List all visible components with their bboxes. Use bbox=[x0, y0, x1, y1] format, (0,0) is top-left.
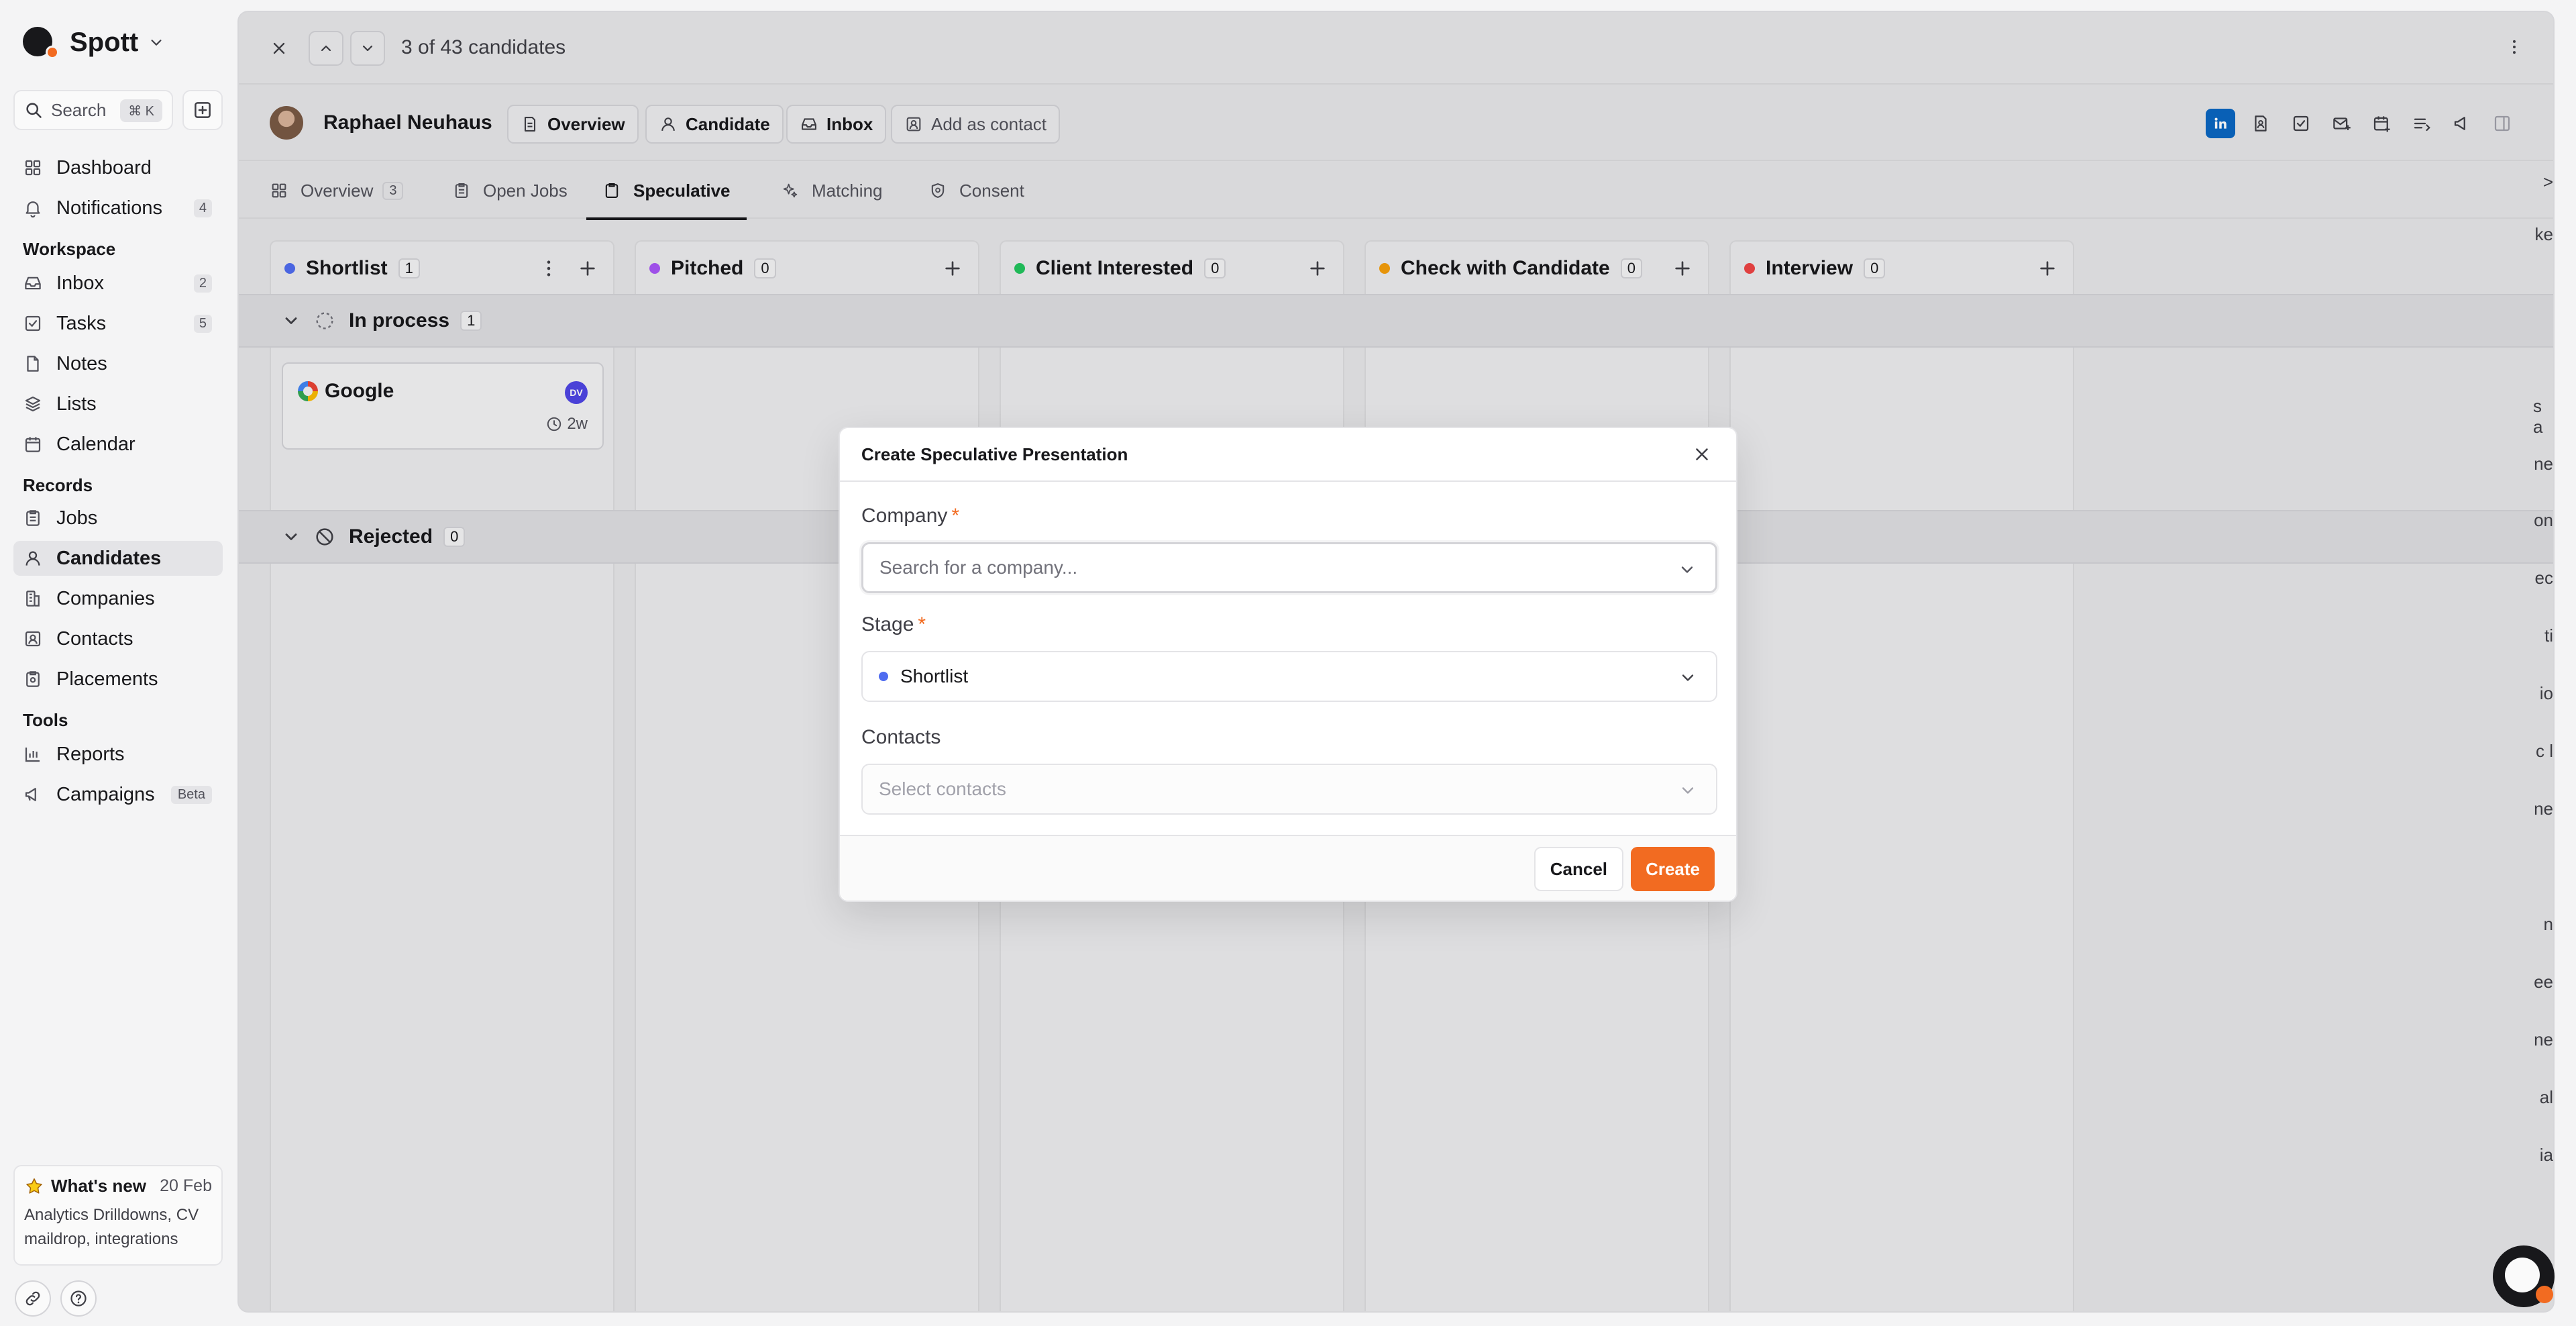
search-button[interactable]: Search ⌘ K bbox=[13, 90, 173, 130]
sidebar-item-notes[interactable]: Notes bbox=[13, 346, 223, 381]
contacts-label: Contacts bbox=[861, 726, 941, 748]
contact-icon bbox=[25, 631, 41, 647]
sidebar-item-label: Dashboard bbox=[56, 156, 152, 178]
search-icon bbox=[26, 103, 42, 118]
create-button[interactable]: Create bbox=[1631, 847, 1715, 891]
user-icon bbox=[25, 551, 40, 566]
stage-dot bbox=[879, 672, 888, 681]
close-icon[interactable] bbox=[1692, 444, 1712, 464]
stage-select[interactable]: Shortlist bbox=[861, 651, 1717, 702]
beta-badge: Beta bbox=[170, 785, 212, 804]
calendar-icon bbox=[25, 437, 41, 452]
section-label-workspace: Workspace bbox=[23, 239, 116, 259]
sidebar: Spott Search ⌘ K Dashboard Notifications… bbox=[0, 0, 236, 1326]
help-button[interactable] bbox=[60, 1280, 97, 1317]
sidebar-item-candidates[interactable]: Candidates bbox=[13, 541, 223, 576]
cancel-button[interactable]: Cancel bbox=[1534, 847, 1623, 891]
sidebar-item-label: Tasks bbox=[56, 312, 107, 334]
dialog-title: Create Speculative Presentation bbox=[861, 444, 1128, 464]
sidebar-item-reports[interactable]: Reports bbox=[13, 737, 223, 772]
contacts-placeholder: Select contacts bbox=[879, 778, 1006, 799]
sidebar-item-label: Contacts bbox=[56, 627, 133, 650]
dashboard-icon bbox=[25, 160, 41, 176]
contacts-select[interactable]: Select contacts bbox=[861, 764, 1717, 815]
required-mark: * bbox=[951, 505, 960, 527]
sidebar-item-label: Candidates bbox=[56, 547, 162, 569]
required-mark: * bbox=[918, 613, 926, 635]
sidebar-item-tasks[interactable]: Tasks 5 bbox=[13, 306, 223, 341]
help-icon bbox=[70, 1290, 87, 1307]
app-name: Spott bbox=[70, 27, 139, 57]
star-icon bbox=[26, 1178, 42, 1194]
placement-icon bbox=[26, 671, 40, 687]
sidebar-item-label: Calendar bbox=[56, 433, 136, 455]
sidebar-item-inbox[interactable]: Inbox 2 bbox=[13, 266, 223, 301]
chevron-down-icon bbox=[1681, 566, 1693, 573]
sidebar-item-label: Campaigns bbox=[56, 783, 155, 805]
link-icon bbox=[25, 1291, 40, 1306]
chevron-down-icon bbox=[1682, 787, 1694, 794]
search-shortcut: ⌘ K bbox=[120, 99, 162, 122]
dialog-footer: Cancel Create bbox=[840, 835, 1736, 901]
sidebar-item-companies[interactable]: Companies bbox=[13, 581, 223, 616]
chevron-down-icon bbox=[1682, 674, 1694, 681]
sidebar-item-lists[interactable]: Lists bbox=[13, 387, 223, 421]
spott-logo-icon bbox=[23, 26, 59, 59]
stage-value: Shortlist bbox=[900, 666, 969, 686]
stage-label: Stage * bbox=[861, 613, 926, 636]
building-icon bbox=[26, 591, 40, 607]
plus-square-icon bbox=[195, 102, 211, 118]
company-label: Company * bbox=[861, 505, 959, 527]
sidebar-item-label: Inbox bbox=[56, 272, 104, 294]
sidebar-item-label: Lists bbox=[56, 393, 97, 415]
sidebar-item-label: Companies bbox=[56, 587, 155, 609]
company-label-text: Company bbox=[861, 505, 948, 527]
copy-link-button[interactable] bbox=[15, 1280, 51, 1317]
workspace-switcher[interactable]: Spott bbox=[23, 24, 164, 60]
stage-label-text: Stage bbox=[861, 613, 914, 635]
chart-icon bbox=[25, 748, 40, 762]
section-label-records: Records bbox=[23, 475, 93, 495]
company-search-select[interactable]: Search for a company... bbox=[861, 542, 1717, 593]
notes-icon bbox=[27, 356, 39, 372]
search-label: Search bbox=[51, 99, 107, 120]
sidebar-item-placements[interactable]: Placements bbox=[13, 662, 223, 697]
whats-new-date: 20 Feb bbox=[160, 1176, 212, 1195]
bell-icon bbox=[25, 201, 40, 218]
megaphone-icon bbox=[25, 788, 36, 801]
tasks-count: 5 bbox=[193, 314, 212, 333]
sidebar-item-campaigns[interactable]: Campaigns Beta bbox=[13, 777, 223, 812]
section-label-tools: Tools bbox=[23, 710, 68, 730]
notification-count: 4 bbox=[193, 199, 212, 217]
sidebar-item-notifications[interactable]: Notifications 4 bbox=[13, 191, 223, 225]
whats-new-body: Analytics Drilldowns, CV maildrop, integ… bbox=[24, 1206, 199, 1248]
sidebar-item-label: Jobs bbox=[56, 507, 98, 529]
support-chat-button[interactable] bbox=[2493, 1245, 2555, 1307]
company-placeholder: Search for a company... bbox=[879, 557, 1078, 578]
sidebar-item-label: Notes bbox=[56, 352, 107, 374]
sidebar-item-dashboard[interactable]: Dashboard bbox=[13, 150, 223, 185]
sidebar-item-label: Reports bbox=[56, 743, 125, 765]
whats-new-title: What's new bbox=[51, 1176, 146, 1196]
sidebar-item-label: Notifications bbox=[56, 197, 162, 219]
sidebar-item-label: Placements bbox=[56, 668, 158, 690]
sidebar-item-calendar[interactable]: Calendar bbox=[13, 427, 223, 462]
chevron-down-icon bbox=[151, 40, 162, 46]
lists-icon bbox=[25, 396, 41, 412]
jobs-icon bbox=[26, 510, 40, 526]
whats-new-card[interactable]: What's new 20 Feb Analytics Drilldowns, … bbox=[13, 1165, 223, 1266]
create-speculative-presentation-dialog: Create Speculative Presentation Company *… bbox=[839, 427, 1737, 902]
inbox-icon bbox=[25, 276, 41, 290]
sidebar-item-contacts[interactable]: Contacts bbox=[13, 621, 223, 656]
sidebar-item-jobs[interactable]: Jobs bbox=[13, 501, 223, 536]
tasks-icon bbox=[25, 315, 41, 332]
new-record-button[interactable] bbox=[182, 90, 223, 130]
inbox-count: 2 bbox=[193, 274, 212, 293]
